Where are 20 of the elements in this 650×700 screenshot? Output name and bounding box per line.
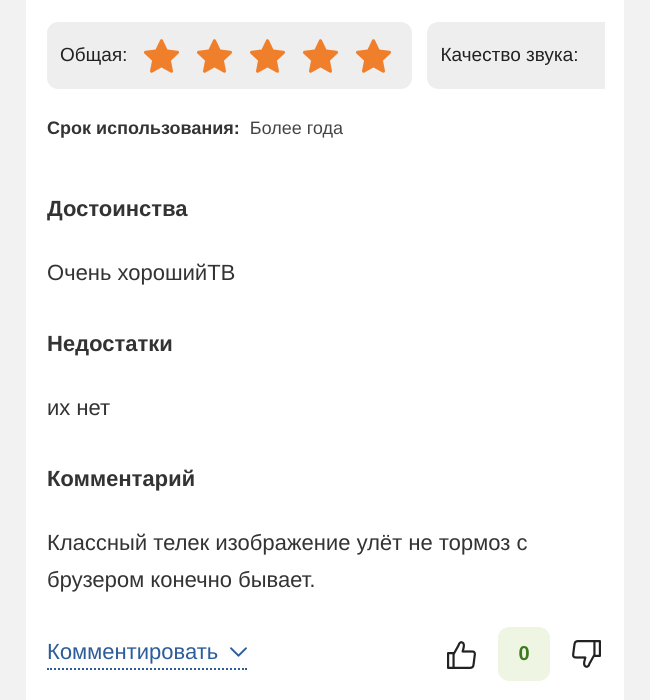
section-text: Очень хорошийТВ bbox=[47, 259, 236, 287]
chevron-down-icon bbox=[230, 646, 248, 656]
star-icon bbox=[356, 38, 392, 72]
rating-label: Качество звука: bbox=[440, 44, 579, 66]
section-text: их нет bbox=[47, 394, 112, 422]
section-heading: Достоинства bbox=[47, 195, 189, 223]
comment-link[interactable]: Комментировать bbox=[47, 638, 248, 670]
section-heading: Недостатки bbox=[47, 330, 174, 358]
vote-count: 0 bbox=[498, 627, 550, 681]
star-icon bbox=[303, 38, 338, 72]
star-icon bbox=[144, 38, 180, 72]
star-icon bbox=[197, 38, 232, 72]
thumbs-down-icon[interactable] bbox=[572, 640, 601, 668]
section-text: Классный телек изображение улёт не тормоз с брузером конечно бывает. bbox=[47, 529, 528, 594]
usage-value: Более года bbox=[250, 117, 344, 140]
usage-label: Срок использования: bbox=[47, 117, 240, 140]
rating-label: Общая: bbox=[60, 44, 128, 66]
section-heading: Комментарий bbox=[47, 465, 196, 493]
star-icon bbox=[250, 38, 286, 72]
thumbs-up-icon[interactable] bbox=[447, 640, 476, 668]
